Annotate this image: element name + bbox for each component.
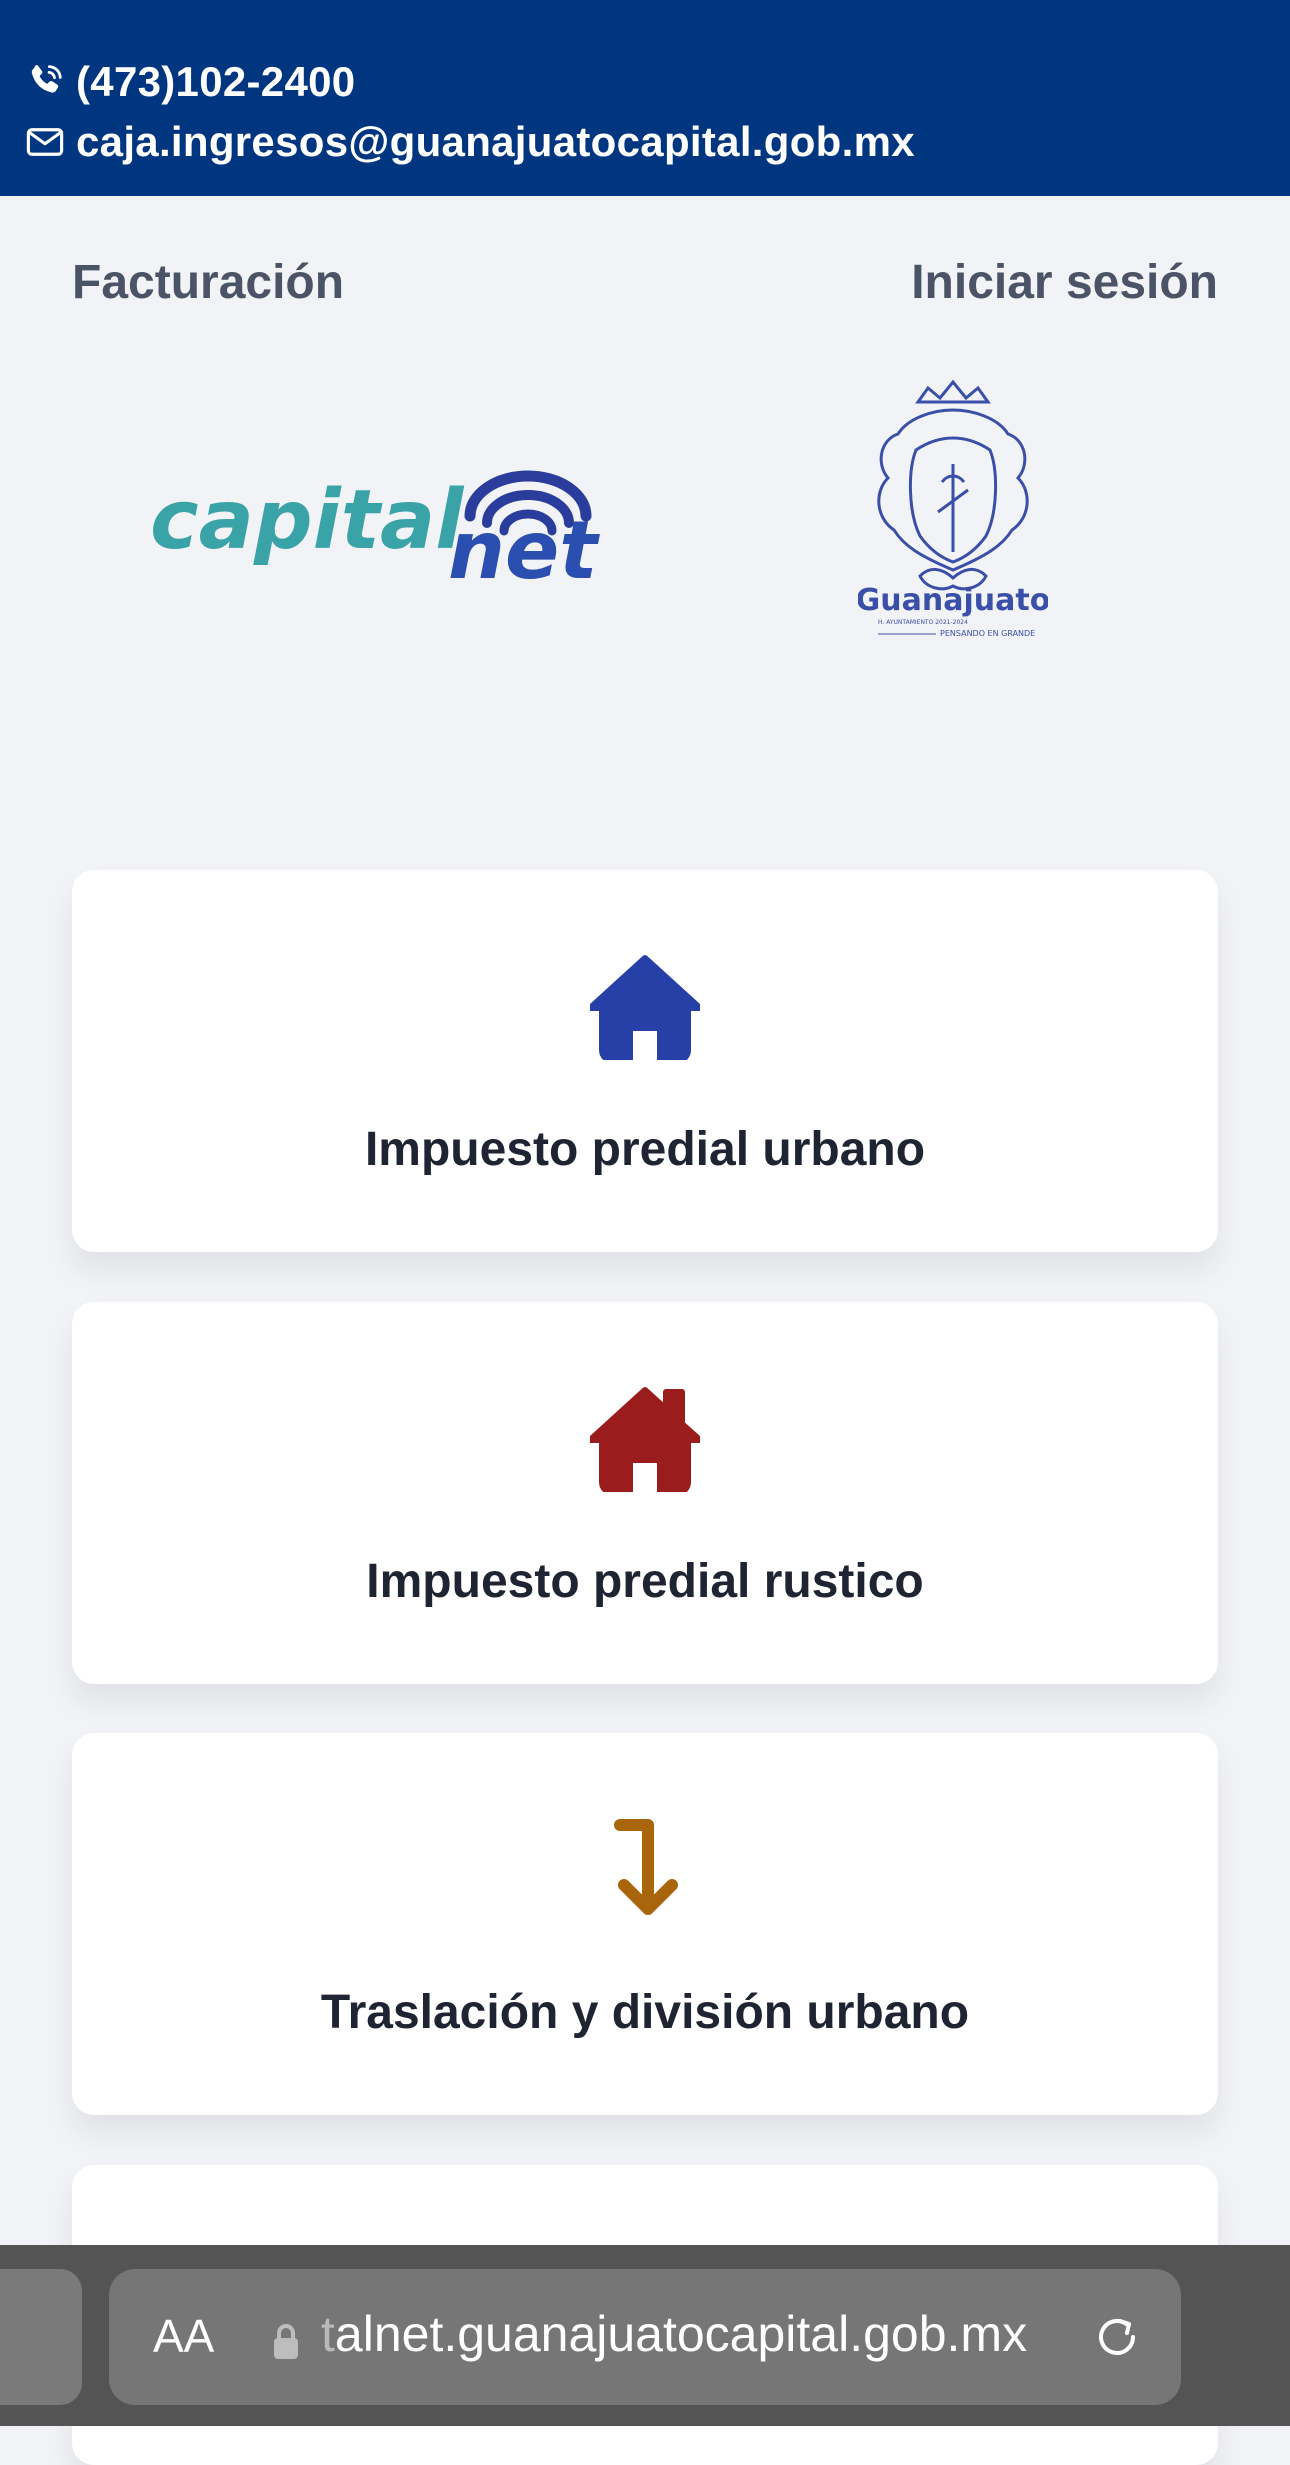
house-chimney-icon xyxy=(590,1387,700,1492)
url-faded-prefix: t xyxy=(321,2306,335,2362)
service-card-predial-rustico[interactable]: Impuesto predial rustico xyxy=(72,1302,1218,1684)
browser-toolbar: AA talnet.guanajuatocapital.gob.mx xyxy=(0,2245,1290,2426)
phone-number: (473)102-2400 xyxy=(76,58,356,105)
contact-phone[interactable]: (473)102-2400 xyxy=(24,58,355,106)
envelope-icon xyxy=(26,128,64,156)
login-link[interactable]: Iniciar sesión xyxy=(911,255,1218,310)
url-text[interactable]: talnet.guanajuatocapital.gob.mx xyxy=(321,2305,1027,2363)
service-label: Impuesto predial urbano xyxy=(364,1123,926,1176)
house-icon xyxy=(590,955,700,1060)
text-size-button[interactable]: AA xyxy=(153,2309,214,2363)
guanajuato-crest-logo: Guanajuato H. AYUNTAMIENTO 2021-2024 PEN… xyxy=(858,379,1048,638)
phone-icon xyxy=(31,65,62,93)
city-name: Guanajuato xyxy=(858,583,1048,618)
email-address: caja.ingresos@guanajuatocapital.gob.mx xyxy=(76,118,915,165)
service-card-predial-urbano[interactable]: Impuesto predial urbano xyxy=(72,870,1218,1252)
billing-link[interactable]: Facturación xyxy=(72,255,344,310)
service-card-traslacion-urbano[interactable]: Traslación y división urbano xyxy=(72,1733,1218,2115)
city-tagline: PENSANDO EN GRANDE xyxy=(940,629,1035,638)
contact-email[interactable]: caja.ingresos@guanajuatocapital.gob.mx xyxy=(24,118,915,166)
net-wordmark: net xyxy=(448,504,600,590)
url-main: alnet.guanajuatocapital.gob.mx xyxy=(334,2306,1028,2362)
service-label: Traslación y división urbano xyxy=(320,1986,970,2039)
lock-icon xyxy=(274,2324,298,2359)
reload-icon[interactable] xyxy=(1087,2307,1147,2367)
arrow-turn-down-icon xyxy=(614,1819,678,1915)
service-label: Impuesto predial rustico xyxy=(366,1555,924,1608)
capitalnet-logo: capital net xyxy=(150,470,600,590)
capital-wordmark: capital xyxy=(150,473,465,568)
address-bar[interactable]: AA talnet.guanajuatocapital.gob.mx xyxy=(109,2269,1181,2405)
previous-tab-stub[interactable] xyxy=(0,2269,82,2405)
city-small-line: H. AYUNTAMIENTO 2021-2024 xyxy=(878,619,968,626)
contact-header: (473)102-2400 caja.ingresos@guanajuatoca… xyxy=(0,0,1290,196)
